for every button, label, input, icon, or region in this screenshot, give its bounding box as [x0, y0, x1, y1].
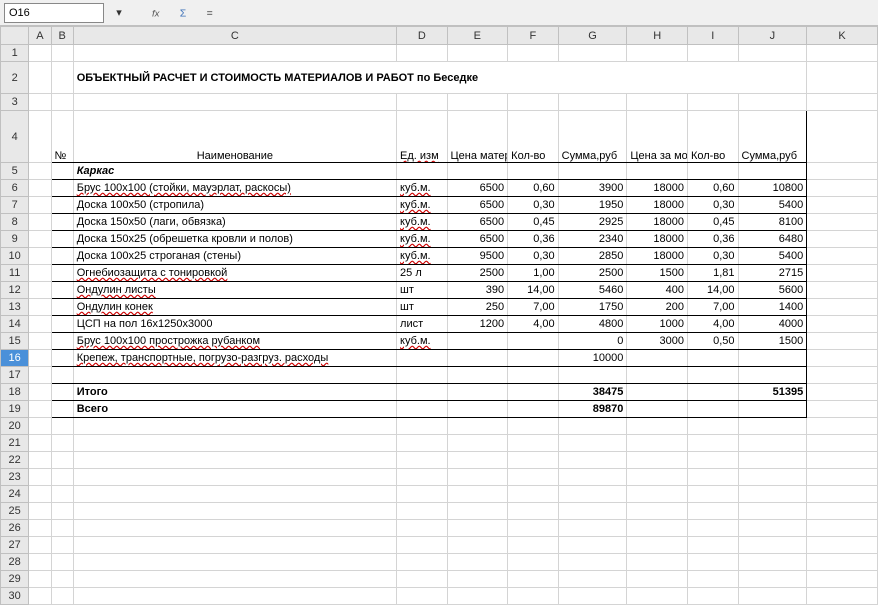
svg-text:Σ: Σ	[180, 7, 187, 19]
spreadsheet[interactable]: ABC DEF GHI JK 1 2 ОБЪЕКТНЫЙ РАСЧЕТ И СТ…	[0, 26, 878, 605]
title-cell[interactable]: ОБЪЕКТНЫЙ РАСЧЕТ И СТОИМОСТЬ МАТЕРИАЛОВ …	[73, 62, 806, 94]
svg-text:=: =	[207, 7, 213, 19]
row-9: 9 Доска 150х25 (обрешетка кровли и полов…	[1, 231, 878, 248]
row-25: 25	[1, 503, 878, 520]
row-24: 24	[1, 486, 878, 503]
row-26: 26	[1, 520, 878, 537]
row-16: 16 Крепеж, транспортные, погрузо-разгруз…	[1, 350, 878, 367]
row-11: 11 Огнебиозащита с тонировкой 25 л 25001…	[1, 265, 878, 282]
row-10: 10 Доска 100х25 строганая (стены) куб.м.…	[1, 248, 878, 265]
formula-bar: O16 ▾ fx Σ =	[0, 0, 878, 26]
row-13: 13 Ондулин конек шт 2507,001750 2007,001…	[1, 299, 878, 316]
row-28: 28	[1, 554, 878, 571]
row-30: 30	[1, 588, 878, 605]
row-15: 15 Брус 100х100 прострожка рубанком куб.…	[1, 333, 878, 350]
row-1: 1	[1, 45, 878, 62]
row-23: 23	[1, 469, 878, 486]
row-4: 4 № Наименование Ед. изм Цена материалов…	[1, 111, 878, 163]
row-6: 6 Брус 100х100 (стойки, мауэрлат, раскос…	[1, 180, 878, 197]
row-21: 21	[1, 435, 878, 452]
row-29: 29	[1, 571, 878, 588]
row-22: 22	[1, 452, 878, 469]
column-headers[interactable]: ABC DEF GHI JK	[1, 27, 878, 45]
name-box[interactable]: O16	[4, 3, 104, 23]
row-20: 20	[1, 418, 878, 435]
fx-icon[interactable]: fx	[148, 3, 170, 23]
row-3: 3	[1, 94, 878, 111]
row-14: 14 ЦСП на пол 16х1250х3000 лист 12004,00…	[1, 316, 878, 333]
dropdown-icon[interactable]: ▾	[108, 3, 130, 23]
equals-icon[interactable]: =	[200, 3, 222, 23]
row-7: 7 Доска 100х50 (стропила) куб.м. 65000,3…	[1, 197, 878, 214]
row-18: 18 Итого 38475 51395	[1, 384, 878, 401]
row-2: 2 ОБЪЕКТНЫЙ РАСЧЕТ И СТОИМОСТЬ МАТЕРИАЛО…	[1, 62, 878, 94]
row-12: 12 Ондулин листы шт 39014,005460 40014,0…	[1, 282, 878, 299]
row-27: 27	[1, 537, 878, 554]
row-5: 5 Каркас	[1, 163, 878, 180]
row-8: 8 Доска 150х50 (лаги, обвязка) куб.м. 65…	[1, 214, 878, 231]
svg-text:fx: fx	[152, 8, 161, 19]
row-19: 19 Всего 89870	[1, 401, 878, 418]
sigma-icon[interactable]: Σ	[174, 3, 196, 23]
row-17: 17	[1, 367, 878, 384]
